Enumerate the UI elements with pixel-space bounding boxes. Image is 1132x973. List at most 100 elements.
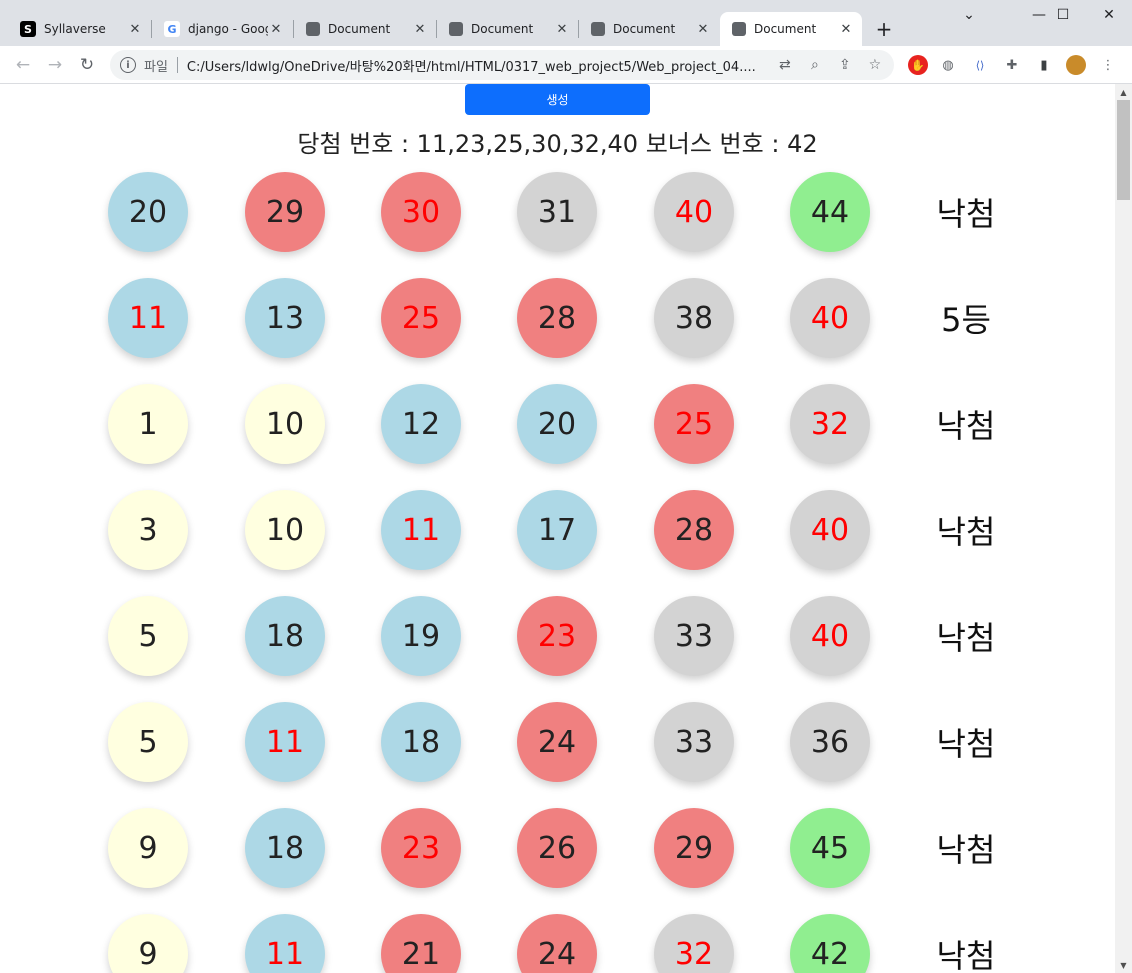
globe-extension-icon[interactable]: ◍	[938, 55, 958, 75]
browser-toolbar: ← → ↻ i 파일 C:/Users/ldwlg/OneDrive/바탕%20…	[0, 46, 1132, 84]
lotto-ball: 17	[517, 490, 597, 570]
result-label: 낙첨	[936, 619, 996, 657]
globe-icon	[449, 22, 463, 36]
url-text[interactable]: C:/Users/ldwlg/OneDrive/바탕%20화면/html/HTM…	[187, 56, 767, 75]
address-bar[interactable]: i 파일 C:/Users/ldwlg/OneDrive/바탕%20화면/htm…	[110, 50, 894, 80]
tab-document-active[interactable]: Document ✕	[720, 12, 862, 46]
scroll-down-arrow-icon[interactable]: ▼	[1115, 957, 1132, 973]
forward-arrow-icon[interactable]: →	[42, 52, 68, 78]
lotto-ball: 28	[654, 490, 734, 570]
lotto-ball: 24	[517, 702, 597, 782]
lotto-ball: 31	[517, 172, 597, 252]
result-label: 낙첨	[936, 407, 996, 445]
lotto-ball: 20	[108, 172, 188, 252]
lotto-ball: 40	[790, 278, 870, 358]
dev-extension-icon[interactable]: ⟨⟩	[970, 55, 990, 75]
lotto-ball: 23	[381, 808, 461, 888]
lotto-row: 3 10 11 17 28 40 낙첨	[0, 490, 1115, 570]
lotto-row: 9 11 21 24 32 42 낙첨	[0, 914, 1115, 973]
lotto-ball: 45	[790, 808, 870, 888]
share-icon[interactable]: ⇪	[833, 53, 857, 77]
lotto-ball: 36	[790, 702, 870, 782]
result-label: 낙첨	[936, 513, 996, 551]
bookmark-star-icon[interactable]: ☆	[863, 53, 887, 77]
tab-title: Document	[613, 22, 676, 36]
lotto-ball: 13	[245, 278, 325, 358]
scheme-label: 파일	[144, 59, 168, 75]
lotto-ball: 28	[517, 278, 597, 358]
lotto-ball: 11	[108, 278, 188, 358]
reload-icon[interactable]: ↻	[74, 52, 100, 78]
globe-icon	[591, 22, 605, 36]
lotto-row: 20 29 30 31 40 44 낙첨	[0, 172, 1115, 252]
lotto-ball: 23	[517, 596, 597, 676]
lotto-ball: 9	[108, 914, 188, 973]
adblock-icon[interactable]: ✋	[908, 55, 928, 75]
lotto-ball: 29	[654, 808, 734, 888]
omnibox-divider	[176, 57, 178, 73]
tab-syllaverse[interactable]: S Syllaverse ✕	[8, 12, 151, 46]
tab-document-3[interactable]: Document ✕	[579, 12, 719, 46]
tab-title: Document	[471, 22, 534, 36]
close-tab-icon[interactable]: ✕	[554, 21, 570, 37]
translate-icon[interactable]: ⇄	[773, 53, 797, 77]
extensions-puzzle-icon[interactable]: ✚	[1002, 55, 1022, 75]
close-tab-icon[interactable]: ✕	[412, 21, 428, 37]
lotto-ball: 44	[790, 172, 870, 252]
result-label: 낙첨	[936, 195, 996, 233]
scrollbar-thumb[interactable]	[1117, 100, 1130, 200]
new-tab-button[interactable]: +	[870, 15, 898, 43]
profile-avatar[interactable]	[1066, 55, 1086, 75]
close-tab-icon[interactable]: ✕	[268, 21, 284, 37]
lotto-ball: 38	[654, 278, 734, 358]
vertical-scrollbar[interactable]: ▲ ▼	[1115, 84, 1132, 973]
generate-button[interactable]: 생성	[465, 84, 650, 115]
lotto-ball: 18	[245, 596, 325, 676]
close-tab-icon[interactable]: ✕	[695, 21, 711, 37]
menu-kebab-icon[interactable]: ⋮	[1098, 55, 1118, 75]
tab-strip: S Syllaverse ✕ G django - Goog ✕ Documen…	[0, 0, 1132, 46]
back-arrow-icon[interactable]: ←	[10, 52, 36, 78]
lotto-ball: 18	[381, 702, 461, 782]
syllaverse-favicon-icon: S	[20, 21, 36, 37]
close-window-button[interactable]: ✕	[1086, 0, 1132, 30]
google-favicon-icon: G	[164, 21, 180, 37]
close-tab-icon[interactable]: ✕	[838, 21, 854, 37]
lotto-ball: 30	[381, 172, 461, 252]
chevron-down-icon[interactable]: ⌄	[946, 0, 992, 30]
lotto-row: 9 18 23 26 29 45 낙첨	[0, 808, 1115, 888]
lotto-ball: 19	[381, 596, 461, 676]
zoom-icon[interactable]: ⌕	[803, 53, 827, 77]
lotto-ball: 11	[381, 490, 461, 570]
side-panel-icon[interactable]: ▮	[1034, 55, 1054, 75]
lotto-ball: 9	[108, 808, 188, 888]
lotto-ball: 40	[790, 490, 870, 570]
lotto-ball: 12	[381, 384, 461, 464]
lotto-row: 5 18 19 23 33 40 낙첨	[0, 596, 1115, 676]
lotto-ball: 32	[790, 384, 870, 464]
info-icon[interactable]: i	[120, 57, 136, 73]
tab-document-2[interactable]: Document ✕	[437, 12, 578, 46]
lotto-ball: 11	[245, 702, 325, 782]
lotto-ball: 3	[108, 490, 188, 570]
tab-title: Syllaverse	[44, 22, 106, 36]
globe-icon	[306, 22, 320, 36]
lotto-row: 11 13 25 28 38 40 5등	[0, 278, 1115, 358]
lotto-ball: 33	[654, 596, 734, 676]
result-label: 5등	[941, 301, 991, 339]
tab-title: Document	[328, 22, 391, 36]
globe-icon	[732, 22, 746, 36]
tab-title: Document	[754, 22, 817, 36]
tab-document-1[interactable]: Document ✕	[294, 12, 436, 46]
lotto-ball: 40	[654, 172, 734, 252]
maximize-button[interactable]: ☐	[1040, 0, 1086, 30]
scroll-up-arrow-icon[interactable]: ▲	[1115, 84, 1132, 100]
tab-django-google[interactable]: G django - Goog ✕	[152, 12, 292, 46]
lotto-ball: 10	[245, 384, 325, 464]
lotto-ball: 20	[517, 384, 597, 464]
lotto-ball: 1	[108, 384, 188, 464]
result-label: 낙첨	[936, 937, 996, 973]
close-tab-icon[interactable]: ✕	[127, 21, 143, 37]
result-label: 낙첨	[936, 831, 996, 869]
winning-numbers-text: 당첨 번호 : 11,23,25,30,32,40 보너스 번호 : 42	[297, 130, 818, 158]
